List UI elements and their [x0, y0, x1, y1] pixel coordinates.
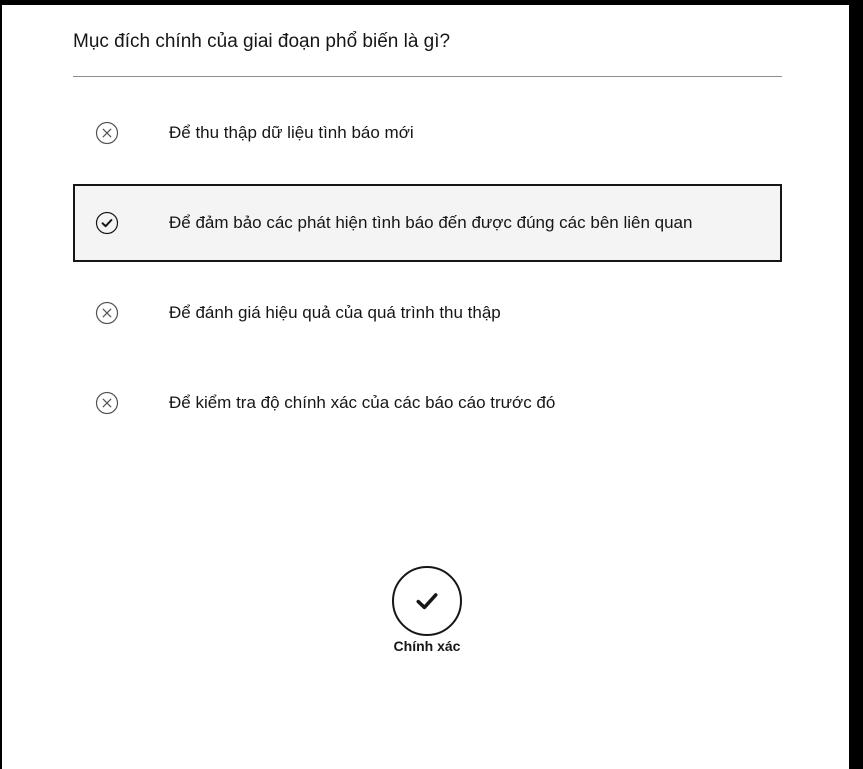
answer-option-label: Để thu thập dữ liệu tình báo mới — [169, 123, 414, 142]
answer-option-label: Để đánh giá hiệu quả của quá trình thu t… — [169, 303, 501, 322]
x-circle-icon — [95, 121, 119, 145]
x-circle-icon — [95, 301, 119, 325]
x-circle-icon — [95, 391, 119, 415]
answer-option-2[interactable]: Để đảm bảo các phát hiện tình báo đến đư… — [73, 184, 782, 262]
answer-option-1[interactable]: Để thu thập dữ liệu tình báo mới — [73, 94, 782, 172]
answer-option-label: Để kiểm tra độ chính xác của các báo cáo… — [169, 393, 556, 412]
checkmark-icon — [416, 593, 438, 610]
result-label: Chính xác — [393, 638, 461, 654]
question-text: Mục đích chính của giai đoạn phổ biến là… — [73, 31, 451, 52]
result-badge — [392, 566, 462, 636]
checkmark-circle-icon — [95, 211, 119, 235]
quiz-panel: Mục đích chính của giai đoạn phổ biến là… — [2, 5, 849, 769]
divider — [73, 76, 782, 77]
answer-option-3[interactable]: Để đánh giá hiệu quả của quá trình thu t… — [73, 274, 782, 352]
answer-option-4[interactable]: Để kiểm tra độ chính xác của các báo cáo… — [73, 364, 782, 442]
answer-option-label: Để đảm bảo các phát hiện tình báo đến đư… — [169, 213, 693, 232]
